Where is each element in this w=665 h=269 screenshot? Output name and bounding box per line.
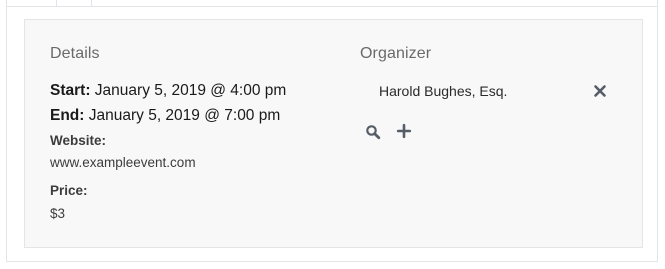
price-value: $3	[50, 206, 66, 221]
toolbar-separator	[56, 0, 57, 6]
price-label: Price:	[50, 183, 88, 198]
end-value: January 5, 2019 @ 7:00 pm	[88, 107, 281, 124]
plus-icon-glyph	[396, 123, 412, 139]
start-value: January 5, 2019 @ 4:00 pm	[94, 82, 287, 99]
event-meta-block[interactable]: Details Organizer Start: January 5, 2019…	[24, 19, 643, 248]
close-icon[interactable]	[593, 84, 607, 98]
organizer-name: Harold Bughes, Esq.	[379, 83, 508, 99]
start-date-line: Start: January 5, 2019 @ 4:00 pm	[50, 82, 286, 100]
plus-icon[interactable]	[396, 123, 412, 139]
end-date-line: End: January 5, 2019 @ 7:00 pm	[50, 107, 280, 125]
start-label: Start:	[50, 82, 91, 99]
website-value: www.exampleevent.com	[50, 155, 196, 170]
search-icon[interactable]	[365, 124, 381, 140]
toolbar-divider	[6, 6, 658, 7]
details-heading: Details	[50, 45, 100, 62]
website-label: Website:	[50, 133, 107, 148]
close-icon-glyph	[594, 85, 606, 97]
organizer-heading: Organizer	[360, 45, 432, 62]
search-icon-glyph	[366, 125, 381, 140]
toolbar-separator	[91, 0, 92, 6]
end-label: End:	[50, 107, 85, 124]
